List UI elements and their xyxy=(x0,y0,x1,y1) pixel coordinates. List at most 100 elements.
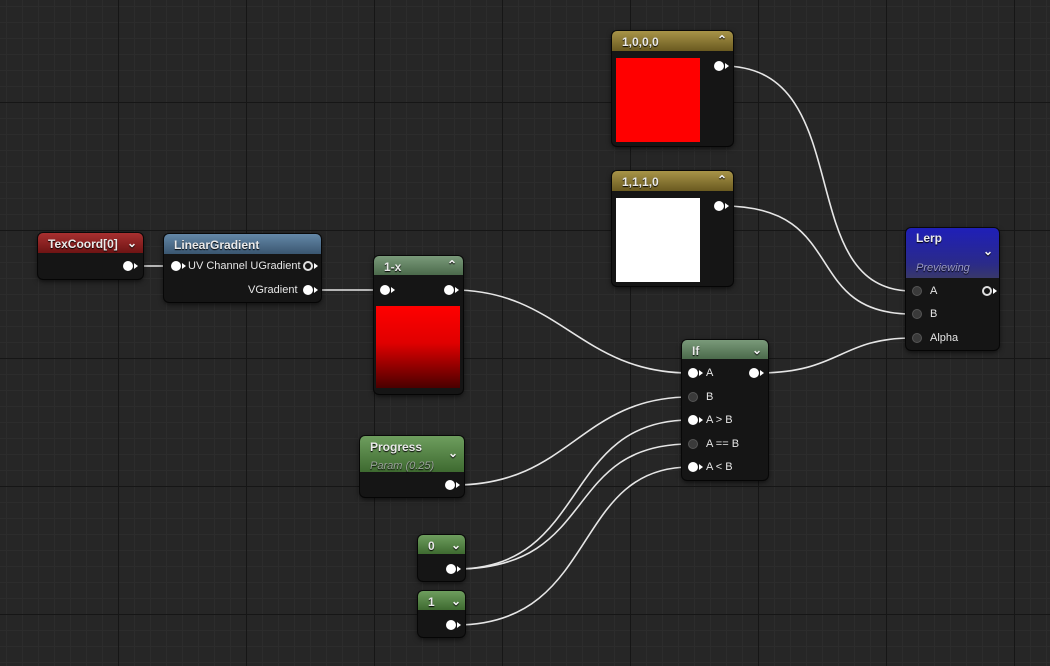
output-arrow-icon xyxy=(134,263,138,269)
input-arrow-icon xyxy=(391,287,395,293)
output-arrow-icon xyxy=(760,370,764,376)
chevron-down-icon[interactable]: ⌄ xyxy=(983,244,993,258)
wire-zero-to-if-aeq xyxy=(455,443,691,570)
wire-one-to-if-alt xyxy=(455,466,691,626)
lerp-node[interactable]: Lerp Previewing ⌄ A B Alpha xyxy=(906,228,999,350)
wire-if-to-lerp-alpha xyxy=(757,337,913,374)
if-title: If xyxy=(692,344,700,358)
one-minus-x-output-pin[interactable] xyxy=(444,285,454,295)
one-minus-x-header[interactable]: 1-x ⌃ xyxy=(374,256,463,275)
const-red-preview xyxy=(616,58,700,142)
const-white-header[interactable]: 1,1,1,0 ⌃ xyxy=(612,171,733,191)
output-arrow-icon xyxy=(725,63,729,69)
if-output-pin[interactable] xyxy=(749,368,759,378)
chevron-down-icon[interactable]: ⌄ xyxy=(451,538,461,552)
chevron-up-icon[interactable]: ⌃ xyxy=(717,33,727,47)
one-minus-x-title: 1-x xyxy=(384,260,402,274)
const-red-output-pin[interactable] xyxy=(714,61,724,71)
one-minus-x-preview xyxy=(376,306,460,388)
texcoord-node[interactable]: TexCoord[0] ⌄ xyxy=(38,233,143,279)
lineargradient-title: LinearGradient xyxy=(174,238,260,252)
if-pin-b-label: B xyxy=(706,391,714,403)
input-arrow-icon xyxy=(699,417,703,423)
const-one-node[interactable]: 1 ⌄ xyxy=(418,591,465,637)
progress-title: Progress xyxy=(370,440,423,454)
const-red-title: 1,0,0,0 xyxy=(622,35,659,49)
const-white-title: 1,1,1,0 xyxy=(622,175,659,189)
lineargradient-input-pin[interactable] xyxy=(171,261,181,271)
lerp-title: Lerp xyxy=(916,231,943,245)
output-arrow-icon xyxy=(314,263,318,269)
texcoord-output-pin[interactable] xyxy=(123,261,133,271)
if-header[interactable]: If ⌄ xyxy=(682,340,768,359)
wire-red-to-lerp-a xyxy=(722,65,913,292)
if-pin-a-label: A xyxy=(706,367,714,379)
const-one-title: 1 xyxy=(428,595,435,609)
input-arrow-icon xyxy=(699,464,703,470)
chevron-up-icon[interactable]: ⌃ xyxy=(447,258,457,272)
if-node[interactable]: If ⌄ A B A > B A == B A < B xyxy=(682,340,768,480)
wire-oneminusx-to-if-a xyxy=(452,289,691,374)
progress-header[interactable]: Progress Param (0.25) ⌄ xyxy=(360,436,464,472)
const-red-node[interactable]: 1,0,0,0 ⌃ xyxy=(612,31,733,146)
ugradient-label: UV Channel UGradient xyxy=(188,260,301,272)
const-white-output-pin[interactable] xyxy=(714,201,724,211)
wire-progress-to-if-b xyxy=(454,396,691,486)
lerp-input-alpha-pin[interactable] xyxy=(912,333,922,343)
one-minus-x-input-pin[interactable] xyxy=(380,285,390,295)
if-input-agtb-pin[interactable] xyxy=(688,415,698,425)
lerp-header[interactable]: Lerp Previewing ⌄ xyxy=(906,228,999,278)
vgradient-label: VGradient xyxy=(248,284,298,296)
chevron-down-icon[interactable]: ⌄ xyxy=(127,236,137,250)
output-arrow-icon xyxy=(725,203,729,209)
if-pin-altb-label: A < B xyxy=(706,461,733,473)
lerp-input-a-pin[interactable] xyxy=(912,286,922,296)
if-input-b-pin[interactable] xyxy=(688,392,698,402)
wire-zero-to-if-agt xyxy=(455,419,691,570)
if-pin-aeqb-label: A == B xyxy=(706,438,740,450)
output-arrow-icon xyxy=(457,622,461,628)
chevron-up-icon[interactable]: ⌃ xyxy=(717,173,727,187)
ugradient-output-pin[interactable] xyxy=(303,261,313,271)
if-input-a-pin[interactable] xyxy=(688,368,698,378)
output-arrow-icon xyxy=(455,287,459,293)
lerp-pin-a-label: A xyxy=(930,285,938,297)
output-arrow-icon xyxy=(456,482,460,488)
texcoord-header[interactable]: TexCoord[0] ⌄ xyxy=(38,233,143,253)
if-input-altb-pin[interactable] xyxy=(688,462,698,472)
const-white-preview xyxy=(616,198,700,282)
const-one-header[interactable]: 1 ⌄ xyxy=(418,591,465,610)
lineargradient-header[interactable]: LinearGradient xyxy=(164,234,321,254)
progress-subtitle: Param (0.25) xyxy=(370,460,435,472)
const-zero-header[interactable]: 0 ⌄ xyxy=(418,535,465,554)
chevron-down-icon[interactable]: ⌄ xyxy=(451,594,461,608)
lerp-subtitle: Previewing xyxy=(916,262,970,274)
const-zero-title: 0 xyxy=(428,539,435,553)
input-arrow-icon xyxy=(182,263,186,269)
output-arrow-icon xyxy=(993,288,997,294)
connection-wires xyxy=(134,65,913,626)
output-arrow-icon xyxy=(457,566,461,572)
if-pin-agtb-label: A > B xyxy=(706,414,733,426)
const-red-header[interactable]: 1,0,0,0 ⌃ xyxy=(612,31,733,51)
lerp-pin-b-label: B xyxy=(930,308,938,320)
const-zero-node[interactable]: 0 ⌄ xyxy=(418,535,465,581)
chevron-down-icon[interactable]: ⌄ xyxy=(448,446,458,460)
progress-node[interactable]: Progress Param (0.25) ⌄ xyxy=(360,436,464,497)
const-zero-output-pin[interactable] xyxy=(446,564,456,574)
vgradient-output-pin[interactable] xyxy=(303,285,313,295)
lerp-output-pin[interactable] xyxy=(982,286,992,296)
lerp-pin-alpha-label: Alpha xyxy=(930,332,959,344)
lineargradient-node[interactable]: LinearGradient UV Channel UGradient VGra… xyxy=(164,234,321,302)
progress-output-pin[interactable] xyxy=(445,480,455,490)
if-input-aeqb-pin[interactable] xyxy=(688,439,698,449)
texcoord-title: TexCoord[0] xyxy=(48,237,118,251)
const-one-output-pin[interactable] xyxy=(446,620,456,630)
input-arrow-icon xyxy=(699,370,703,376)
wire-white-to-lerp-b xyxy=(722,205,913,315)
chevron-down-icon[interactable]: ⌄ xyxy=(752,343,762,357)
one-minus-x-node[interactable]: 1-x ⌃ xyxy=(374,256,463,394)
const-white-node[interactable]: 1,1,1,0 ⌃ xyxy=(612,171,733,286)
lerp-input-b-pin[interactable] xyxy=(912,309,922,319)
output-arrow-icon xyxy=(314,287,318,293)
